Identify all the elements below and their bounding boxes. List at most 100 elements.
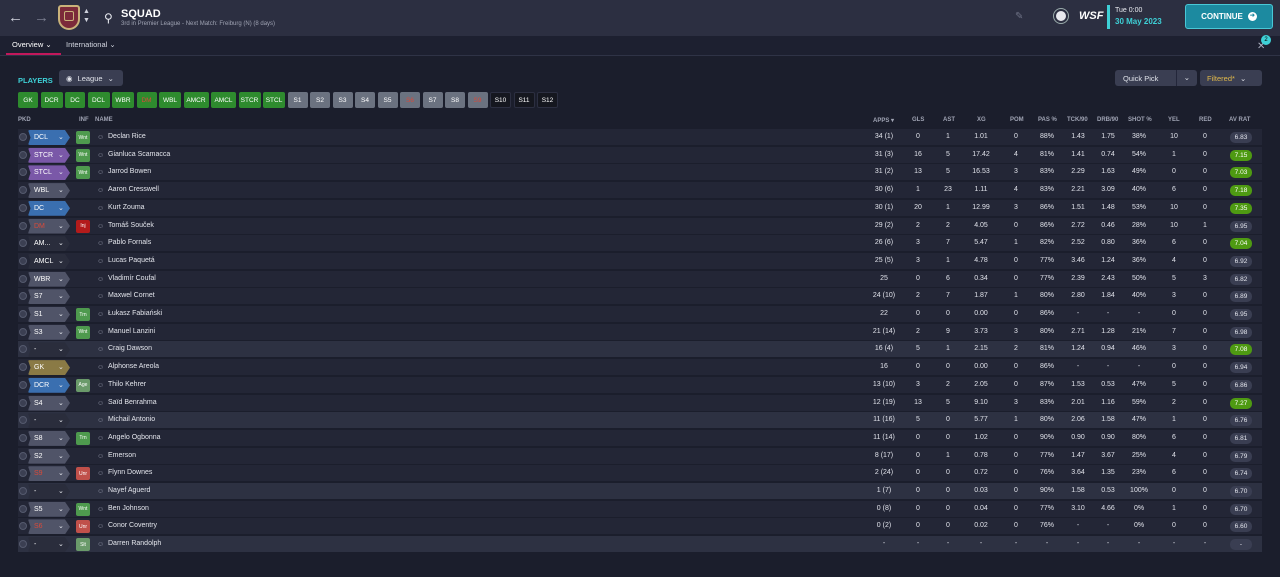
player-name[interactable]: Emerson: [108, 452, 136, 459]
player-name[interactable]: Alphonse Areola: [108, 363, 159, 370]
chevron-down-icon[interactable]: ⌄: [58, 522, 64, 530]
position-filter-s5[interactable]: S5: [377, 92, 398, 108]
chevron-down-icon[interactable]: ⌄: [58, 416, 64, 424]
player-name[interactable]: Conor Coventry: [108, 522, 157, 529]
pick-radio[interactable]: [19, 239, 27, 248]
table-row[interactable]: WBR ⌄ ☺ Vladimír Coufal 25 0 6 0.34 0 77% 2.39 2.43…: [18, 270, 1262, 288]
table-row[interactable]: AM... ⌄ ☺ Pablo Fornals 26 (6) 3 7 5.47 1 82% 2.52…: [18, 235, 1262, 253]
pick-radio[interactable]: [19, 433, 27, 442]
club-crest[interactable]: [58, 5, 80, 30]
table-row[interactable]: - ⌄ ☺ Michail Antonio 11 (16) 5 0 5.77 1 80% 2.06 1…: [18, 412, 1262, 430]
info-badge[interactable]: Age: [76, 378, 90, 392]
position-filter-s3[interactable]: S3: [332, 92, 353, 108]
table-row[interactable]: DC ⌄ ☺ Kurt Zouma 30 (1) 20 1 12.99 3 86% 1.51 1.48…: [18, 199, 1262, 217]
chevron-down-icon[interactable]: ⌄: [58, 434, 64, 442]
chevron-down-icon[interactable]: ⌄: [58, 381, 64, 389]
position-filter-s1[interactable]: S1: [287, 92, 308, 108]
chevron-down-icon[interactable]: ⌄: [58, 328, 64, 336]
table-row[interactable]: S8 ⌄ Trn ☺ Angelo Ogbonna 11 (14) 0 0 1.02 0 90% 0.…: [18, 429, 1262, 447]
player-name[interactable]: Craig Dawson: [108, 345, 152, 352]
pick-radio[interactable]: [19, 522, 27, 531]
tab-international[interactable]: International ⌄: [66, 40, 116, 49]
pick-radio[interactable]: [19, 469, 27, 478]
pick-radio[interactable]: [19, 416, 27, 425]
info-badge[interactable]: Wnt: [76, 131, 90, 144]
info-badge[interactable]: Wnt: [76, 166, 90, 180]
chevron-down-icon[interactable]: ⌄: [58, 452, 64, 460]
tab-overview[interactable]: Overview ⌄: [12, 40, 52, 49]
position-filter-wbl[interactable]: WBL: [159, 92, 181, 108]
pick-radio[interactable]: [19, 310, 27, 318]
pick-radio[interactable]: [19, 504, 27, 513]
chevron-down-icon[interactable]: ⌄: [58, 505, 64, 513]
player-name[interactable]: Nayef Aguerd: [108, 487, 150, 494]
pick-radio[interactable]: [19, 133, 27, 141]
chevron-down-icon[interactable]: ⌄: [58, 540, 64, 548]
search-icon[interactable]: ⚲: [104, 11, 113, 25]
player-name[interactable]: Ben Johnson: [108, 505, 149, 512]
chevron-down-icon[interactable]: ⌄: [58, 186, 64, 194]
table-row[interactable]: S1 ⌄ Trn ☺ Łukasz Fabiański 22 0 0 0.00 0 86% - - - 0 0…: [18, 306, 1262, 323]
col-apps[interactable]: APPS ▾: [873, 117, 894, 124]
pick-radio[interactable]: [19, 327, 27, 336]
table-row[interactable]: - ⌄ ☺ Nayef Aguerd 1 (7) 0 0 0.03 0 90% 1.58 0.53 10…: [18, 483, 1262, 500]
position-filter-dcr[interactable]: DCR: [40, 92, 63, 108]
info-badge[interactable]: Unr: [76, 520, 90, 534]
player-name[interactable]: Flynn Downes: [108, 469, 152, 476]
table-row[interactable]: S4 ⌄ ☺ Saïd Benrahma 12 (19) 13 5 9.10 3 83% 2.01 1…: [18, 394, 1262, 412]
player-name[interactable]: Pablo Fornals: [108, 239, 151, 246]
player-name[interactable]: Tomáš Souček: [108, 222, 154, 229]
position-filter-s4[interactable]: S4: [355, 92, 375, 108]
chevron-down-icon[interactable]: ⌄: [58, 310, 64, 318]
chevron-down-icon[interactable]: ⌄: [58, 222, 64, 230]
player-name[interactable]: Angelo Ogbonna: [108, 434, 161, 441]
position-filter-s8[interactable]: S8: [445, 92, 465, 108]
player-name[interactable]: Vladimír Coufal: [108, 275, 156, 282]
pick-radio[interactable]: [19, 345, 27, 354]
edit-icon[interactable]: ✎: [1015, 11, 1023, 22]
quick-pick-button[interactable]: Quick Pick ⌄: [1115, 70, 1197, 86]
player-name[interactable]: Declan Rice: [108, 133, 146, 140]
table-row[interactable]: S6 ⌄ Unr ☺ Conor Coventry 0 (2) 0 0 0.02 0 76% - - 0%…: [18, 518, 1262, 536]
player-name[interactable]: Saïd Benrahma: [108, 399, 157, 406]
table-row[interactable]: DCR ⌄ Age ☺ Thilo Kehrer 13 (10) 3 2 2.05 0 87% 1.5…: [18, 376, 1262, 394]
info-badge[interactable]: Wnt: [76, 148, 90, 162]
col-pas[interactable]: PAS %: [1038, 117, 1057, 123]
col-avrat[interactable]: AV RAT: [1229, 117, 1250, 123]
col-inf[interactable]: INF: [79, 117, 89, 123]
position-filter-s9[interactable]: S9: [467, 92, 488, 108]
position-filter-s10[interactable]: S10: [490, 92, 511, 108]
player-name[interactable]: Łukasz Fabiański: [108, 310, 162, 317]
player-name[interactable]: Maxwel Cornet: [108, 292, 155, 299]
col-ast[interactable]: AST: [943, 117, 955, 123]
info-badge[interactable]: Trn: [76, 431, 90, 445]
info-badge[interactable]: Wnt: [76, 325, 90, 339]
table-row[interactable]: S9 ⌄ Unr ☺ Flynn Downes 2 (24) 0 0 0.72 0 76% 3.64 1…: [18, 465, 1262, 483]
position-filter-wbr[interactable]: WBR: [112, 92, 134, 108]
table-row[interactable]: WBL ⌄ ☺ Aaron Cresswell 30 (6) 1 23 1.11 4 83% 2.2…: [18, 182, 1262, 200]
pick-radio[interactable]: [19, 150, 27, 159]
position-filter-stcl[interactable]: STCL: [263, 92, 285, 108]
chevron-down-icon[interactable]: ⌄: [58, 292, 64, 300]
position-filter-amcr[interactable]: AMCR: [183, 92, 209, 108]
chevron-down-icon[interactable]: ⌄: [58, 133, 64, 141]
player-name[interactable]: Jarrod Bowen: [108, 168, 151, 175]
chevron-down-icon[interactable]: ⌄: [58, 399, 64, 407]
position-filter-stcr[interactable]: STCR: [238, 92, 261, 108]
position-filter-s11[interactable]: S11: [513, 92, 535, 108]
table-row[interactable]: DCL ⌄ Wnt ☺ Declan Rice 34 (1) 0 1 1.01 0 88% 1.43 1…: [18, 129, 1262, 146]
back-arrow-icon[interactable]: ←: [8, 9, 23, 26]
chevron-down-icon[interactable]: ⌄: [58, 239, 64, 247]
pick-radio[interactable]: [19, 540, 27, 549]
pick-radio[interactable]: [19, 256, 27, 265]
position-filter-s12[interactable]: S12: [537, 92, 558, 108]
pick-radio[interactable]: [19, 168, 27, 177]
table-row[interactable]: DM ⌄ Inj ☺ Tomáš Souček 29 (2) 2 2 4.05 0 86% 2.72 0…: [18, 217, 1262, 235]
pick-radio[interactable]: [19, 363, 27, 372]
pick-radio[interactable]: [19, 186, 27, 195]
player-name[interactable]: Lucas Paquetá: [108, 257, 155, 264]
position-filter-dm[interactable]: DM: [136, 92, 157, 108]
table-row[interactable]: - ⌄ Slt ☺ Darren Randolph - - - - - - - - - - - -: [18, 536, 1262, 554]
player-name[interactable]: Manuel Lanzini: [108, 328, 155, 335]
player-name[interactable]: Kurt Zouma: [108, 204, 145, 211]
